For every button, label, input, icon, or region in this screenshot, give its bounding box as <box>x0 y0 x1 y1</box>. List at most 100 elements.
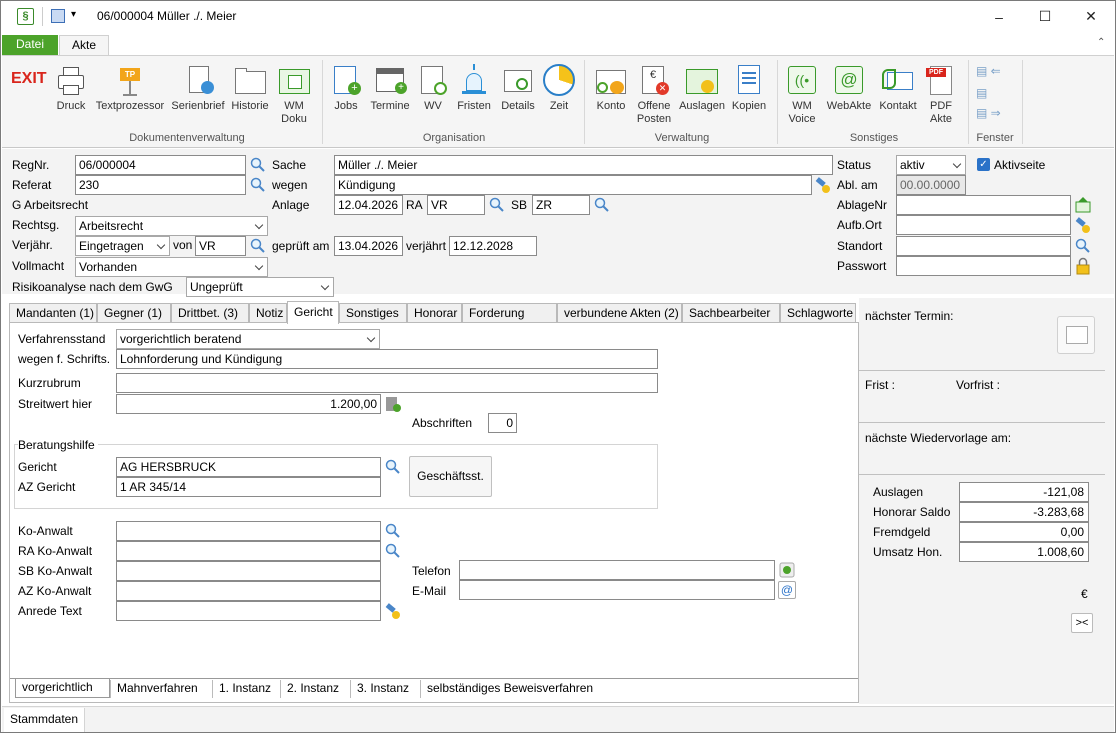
tab-sonstiges[interactable]: Sonstiges <box>339 303 407 323</box>
vollmacht-select[interactable]: Vorhanden <box>75 257 268 277</box>
offene-posten-button[interactable]: € ✕ Offene Posten <box>633 61 675 136</box>
tab-mandanten-1[interactable]: Mandanten (1) <box>9 303 97 323</box>
ra-field[interactable]: VR <box>427 195 485 215</box>
wv-button[interactable]: WV <box>416 61 450 136</box>
wegen-field[interactable]: Kündigung <box>334 175 812 195</box>
standort-field[interactable] <box>896 236 1071 256</box>
az-ko-anwalt-field[interactable] <box>116 581 381 601</box>
jobs-button[interactable]: + Jobs <box>328 61 364 136</box>
stage-tab-mahnverfahren[interactable]: Mahnverfahren <box>110 680 212 698</box>
druck-button[interactable]: Druck <box>52 61 90 136</box>
ko-anwalt-search-icon[interactable] <box>384 522 402 540</box>
stammdaten-tab[interactable]: Stammdaten <box>4 708 86 732</box>
tab-akte[interactable]: Akte <box>59 35 109 55</box>
historie-button[interactable]: Historie <box>230 61 270 136</box>
streitwert-field[interactable]: 1.200,00 <box>116 394 381 414</box>
regnr-search-icon[interactable] <box>249 156 267 174</box>
sb-ko-anwalt-field[interactable] <box>116 561 381 581</box>
streitwert-calculator-icon[interactable] <box>384 395 402 413</box>
aufb-ort-brush-icon[interactable] <box>1074 216 1092 234</box>
referat-search-icon[interactable] <box>249 176 267 194</box>
fristen-button[interactable]: Fristen <box>454 61 494 136</box>
tab-forderung[interactable]: Forderung <box>462 303 557 323</box>
anlage-field[interactable]: 12.04.2026 <box>334 195 403 215</box>
email-at-icon[interactable]: @ <box>778 581 796 599</box>
konto-button[interactable]: Konto <box>592 61 630 136</box>
aufb-ort-field[interactable] <box>896 215 1071 235</box>
ribbon-collapse-icon[interactable]: ⌃ <box>1097 37 1105 48</box>
regnr-field[interactable]: 06/000004 <box>75 155 246 175</box>
stage-tab-vorgerichtlich[interactable]: vorgerichtlich <box>15 678 110 698</box>
details-button[interactable]: Details <box>498 61 538 136</box>
ra-ko-anwalt-field[interactable] <box>116 541 381 561</box>
close-button[interactable]: ✕ <box>1068 1 1114 32</box>
sb-search-icon[interactable] <box>593 196 611 214</box>
aktivseite-checkbox[interactable]: ✓ <box>977 158 990 171</box>
pdf-akte-button[interactable]: PDF PDF Akte <box>924 61 958 136</box>
email-field[interactable] <box>459 580 775 600</box>
termine-button[interactable]: + Termine <box>368 61 412 136</box>
save-icon[interactable] <box>51 9 65 23</box>
geprueft-field[interactable]: 13.04.2026 <box>334 236 403 256</box>
verjaehrung-select[interactable]: Eingetragen <box>75 236 170 256</box>
wegen-schrifts-field[interactable]: Lohnforderung und Kündigung <box>116 349 658 369</box>
tab-gericht[interactable]: Gericht <box>287 301 339 324</box>
maximize-button[interactable]: ☐ <box>1022 1 1068 32</box>
exit-button[interactable]: EXIT <box>11 70 47 88</box>
stage-tab-selbständiges-beweisverfahren[interactable]: selbständiges Beweisverfahren <box>420 680 602 698</box>
sb-field[interactable]: ZR <box>532 195 590 215</box>
zeit-button[interactable]: Zeit <box>541 61 577 136</box>
window-stack-icon[interactable]: ▤ <box>976 86 1016 102</box>
gericht-search-icon[interactable] <box>384 458 402 476</box>
tab-notiz[interactable]: Notiz <box>249 303 287 323</box>
auslagen-button[interactable]: Auslagen <box>677 61 727 136</box>
ko-anwalt-field[interactable] <box>116 521 381 541</box>
textprozessor-button[interactable]: TP Textprozessor <box>94 61 166 136</box>
stage-tab-3-instanz[interactable]: 3. Instanz <box>350 680 420 698</box>
von-field[interactable]: VR <box>195 236 246 256</box>
passwort-field[interactable] <box>896 256 1071 276</box>
swap-button[interactable]: >< <box>1071 613 1093 633</box>
stage-tab-2-instanz[interactable]: 2. Instanz <box>280 680 350 698</box>
lock-icon[interactable] <box>1074 257 1092 275</box>
anrede-text-field[interactable] <box>116 601 381 621</box>
serienbrief-button[interactable]: Serienbrief <box>168 61 228 136</box>
stage-tab-1-instanz[interactable]: 1. Instanz <box>212 680 280 698</box>
sache-field[interactable]: Müller ./. Meier <box>334 155 833 175</box>
ra-search-icon[interactable] <box>488 196 506 214</box>
referat-field[interactable]: 230 <box>75 175 246 195</box>
window-right-icon[interactable]: ▤ ⇒ <box>976 106 1016 122</box>
minimize-button[interactable]: – <box>976 1 1022 32</box>
ra-ko-anwalt-search-icon[interactable] <box>384 542 402 560</box>
phone-icon[interactable] <box>778 561 796 579</box>
von-search-icon[interactable] <box>249 237 267 255</box>
window-left-icon[interactable]: ▤ ⇐ <box>976 64 1016 80</box>
calendar-button[interactable] <box>1057 316 1095 354</box>
tab-drittbet-3[interactable]: Drittbet. (3) <box>171 303 249 323</box>
webakte-button[interactable]: @ WebAkte <box>824 61 874 136</box>
tab-sachbearbeiter[interactable]: Sachbearbeiter <box>682 303 780 323</box>
gericht-field[interactable]: AG HERSBRUCK <box>116 457 381 477</box>
standort-search-icon[interactable] <box>1074 237 1092 255</box>
ablagenr-field[interactable] <box>896 195 1071 215</box>
kontakt-button[interactable]: Kontakt <box>877 61 919 136</box>
tab-schlagworte[interactable]: Schlagworte <box>780 303 856 323</box>
tab-verbundene-akten-2[interactable]: verbundene Akten (2) <box>557 303 682 323</box>
abschriften-field[interactable]: 0 <box>488 413 517 433</box>
wm-voice-button[interactable]: ((• WM Voice <box>784 61 820 136</box>
verjaehrt-field[interactable]: 12.12.2028 <box>449 236 537 256</box>
wm-doku-button[interactable]: WM Doku <box>275 61 313 136</box>
verfahrensstand-select[interactable]: vorgerichtlich beratend <box>116 329 380 349</box>
tab-gegner-1[interactable]: Gegner (1) <box>97 303 171 323</box>
ablagenr-generate-icon[interactable] <box>1074 196 1092 214</box>
kurzrubrum-field[interactable] <box>116 373 658 393</box>
wegen-brush-icon[interactable] <box>814 176 832 194</box>
risikoanalyse-select[interactable]: Ungeprüft <box>186 277 334 297</box>
kopien-button[interactable]: Kopien <box>730 61 768 136</box>
rechtsgebiet-select[interactable]: Arbeitsrecht <box>75 216 268 236</box>
tab-datei[interactable]: Datei <box>2 35 58 55</box>
quick-access-dropdown-icon[interactable]: ▾ <box>71 9 76 20</box>
status-select[interactable]: aktiv <box>896 155 966 175</box>
geschaeftsstelle-button[interactable]: Geschäftsst. <box>409 456 492 497</box>
telefon-field[interactable] <box>459 560 775 580</box>
